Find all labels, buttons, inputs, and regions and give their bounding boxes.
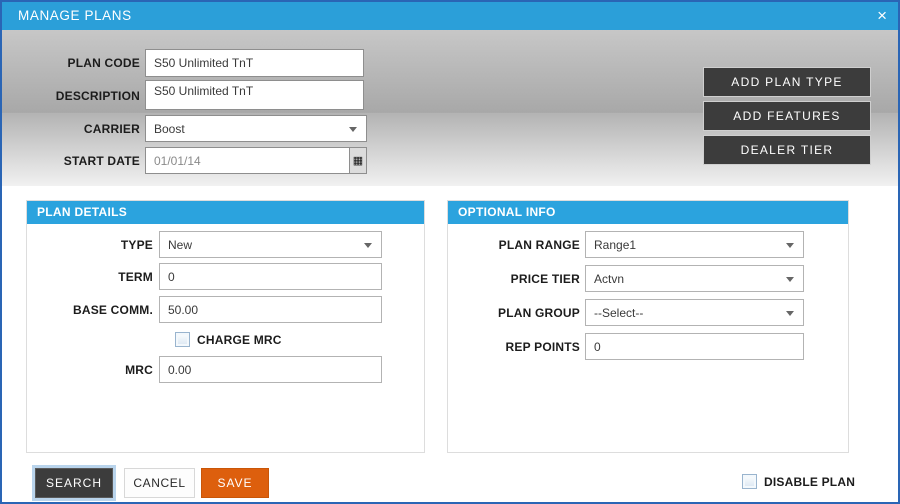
chevron-down-icon	[349, 126, 357, 132]
disable-plan-checkbox[interactable]	[742, 474, 757, 489]
rep-points-label: REP POINTS	[505, 339, 580, 354]
start-date-input[interactable]	[146, 148, 349, 173]
term-label: TERM	[118, 269, 153, 284]
chevron-down-icon	[786, 310, 794, 316]
type-selected-value: New	[168, 237, 193, 252]
carrier-selected-value: Boost	[154, 121, 185, 136]
type-dropdown[interactable]: New	[159, 231, 382, 258]
price-tier-dropdown[interactable]: Actvn	[585, 265, 804, 292]
save-button[interactable]: SAVE	[201, 468, 269, 498]
cancel-button[interactable]: CANCEL	[124, 468, 195, 498]
plan-group-selected-value: --Select--	[594, 305, 644, 320]
add-plan-type-button[interactable]: ADD PLAN TYPE	[703, 67, 871, 97]
chevron-down-icon	[364, 242, 372, 248]
plan-range-selected-value: Range1	[594, 237, 637, 252]
optional-info-panel: OPTIONAL INFO PLAN RANGE Range1 PRICE TI…	[447, 200, 849, 453]
plan-group-label: PLAN GROUP	[497, 305, 580, 320]
base-comm-input[interactable]	[159, 296, 382, 323]
plan-code-input[interactable]	[145, 49, 364, 77]
add-features-button[interactable]: ADD FEATURES	[703, 101, 871, 131]
mrc-label: MRC	[125, 362, 153, 377]
optional-info-header: OPTIONAL INFO	[448, 201, 848, 224]
mrc-input[interactable]	[159, 356, 382, 383]
close-icon[interactable]: ×	[877, 2, 887, 29]
carrier-dropdown[interactable]: Boost	[145, 115, 367, 142]
plan-range-dropdown[interactable]: Range1	[585, 231, 804, 258]
chevron-down-icon	[786, 276, 794, 282]
plan-details-header: PLAN DETAILS	[27, 201, 424, 224]
calendar-icon[interactable]: ▦	[349, 148, 366, 173]
dialog-title: MANAGE PLANS	[18, 8, 132, 23]
plan-range-label: PLAN RANGE	[498, 237, 580, 252]
plan-details-panel: PLAN DETAILS TYPE New TERM BASE COMM. CH…	[26, 200, 425, 453]
charge-mrc-checkbox[interactable]	[175, 332, 190, 347]
dialog-titlebar: MANAGE PLANS ×	[2, 2, 898, 30]
price-tier-selected-value: Actvn	[594, 271, 625, 286]
dealer-tier-button[interactable]: DEALER TIER	[703, 135, 871, 165]
disable-plan-label: DISABLE PLAN	[764, 475, 856, 489]
plan-code-label: PLAN CODE	[67, 56, 140, 70]
carrier-label: CARRIER	[83, 121, 140, 136]
term-input[interactable]	[159, 263, 382, 290]
description-input[interactable]	[145, 80, 364, 110]
charge-mrc-label: CHARGE MRC	[197, 333, 282, 347]
type-label: TYPE	[120, 237, 153, 252]
price-tier-label: PRICE TIER	[510, 271, 580, 286]
manage-plans-dialog: MANAGE PLANS × PLAN CODE DESCRIPTION CAR…	[0, 0, 900, 504]
base-comm-label: BASE COMM.	[73, 302, 153, 317]
start-date-label: START DATE	[63, 153, 140, 168]
start-date-field: ▦	[145, 147, 367, 174]
plan-group-dropdown[interactable]: --Select--	[585, 299, 804, 326]
search-button[interactable]: SEARCH	[35, 468, 113, 498]
chevron-down-icon	[786, 242, 794, 248]
description-label: DESCRIPTION	[55, 88, 140, 103]
rep-points-input[interactable]	[585, 333, 804, 360]
